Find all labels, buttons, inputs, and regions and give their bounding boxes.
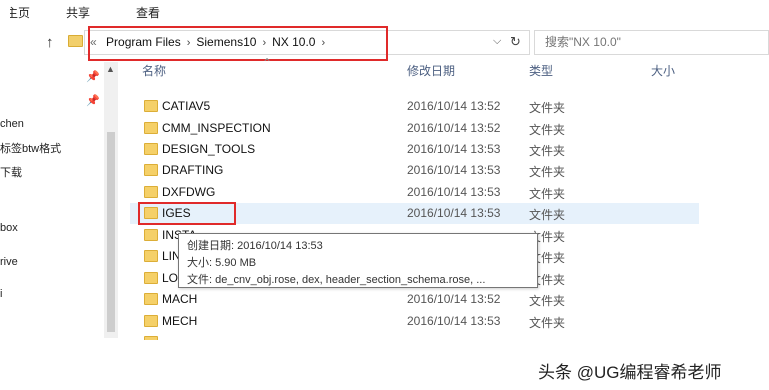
refresh-icon[interactable]: ↻ bbox=[510, 34, 521, 50]
file-name: DESIGN_TOOLS bbox=[162, 142, 256, 156]
file-type: 文件夹 bbox=[529, 144, 566, 158]
nav-item-label-btw[interactable]: 标签btw格式 bbox=[0, 140, 104, 156]
folder-icon bbox=[144, 164, 158, 176]
nav-item-downloads[interactable]: 下载 bbox=[0, 164, 104, 180]
file-date: 2016/10/14 13:52 bbox=[407, 121, 501, 135]
tab-share[interactable]: 共享 bbox=[66, 4, 90, 21]
column-header-size[interactable]: 大小 bbox=[651, 62, 675, 90]
ribbon-tabs: 主页 共享 查看 bbox=[0, 0, 769, 24]
up-arrow-icon[interactable]: ↑ bbox=[46, 34, 54, 51]
folder-icon bbox=[144, 143, 158, 155]
file-date: 2016/10/14 13:53 bbox=[407, 163, 501, 177]
nav-scrollbar[interactable]: ▲ bbox=[104, 62, 118, 338]
table-row[interactable]: CMM_INSPECTION 2016/10/14 13:52 文件夹 bbox=[130, 118, 699, 139]
folder-icon bbox=[144, 186, 158, 198]
table-row[interactable]: DXFDWG 2016/10/14 13:53 文件夹 bbox=[130, 182, 699, 203]
file-type: 文件夹 bbox=[529, 165, 566, 179]
table-row[interactable]: MACH 2016/10/14 13:52 文件夹 bbox=[130, 289, 699, 310]
pin-icon[interactable]: 📌 bbox=[86, 94, 100, 107]
file-name: CATIAV5 bbox=[162, 99, 211, 113]
file-name: CMM_INSPECTION bbox=[162, 121, 271, 135]
search-input[interactable] bbox=[545, 35, 745, 49]
folder-icon bbox=[68, 35, 83, 47]
table-row[interactable]: MECH 2016/10/14 13:53 文件夹 bbox=[130, 311, 699, 332]
folder-icon bbox=[144, 229, 158, 241]
file-date: 2016/10/14 13:53 bbox=[407, 185, 501, 199]
file-date: 2016/10/14 13:53 bbox=[407, 314, 501, 328]
file-name: LO bbox=[162, 271, 179, 285]
chevron-down-icon[interactable]: ⌵ bbox=[493, 35, 501, 48]
file-date: 2016/10/14 13:53 bbox=[407, 142, 501, 156]
file-name: DRAFTING bbox=[162, 163, 224, 177]
folder-icon bbox=[144, 336, 158, 340]
file-type: 文件夹 bbox=[529, 316, 566, 330]
column-header-type[interactable]: 类型 bbox=[529, 62, 553, 90]
file-type: 文件夹 bbox=[529, 123, 566, 137]
file-date: 2016/10/14 13:52 bbox=[407, 99, 501, 113]
file-name: DXFDWG bbox=[162, 185, 216, 199]
nav-item-chen[interactable]: chen bbox=[0, 118, 104, 130]
nav-item-drive[interactable]: rive bbox=[0, 256, 104, 268]
folder-icon bbox=[144, 100, 158, 112]
column-type-label: 类型 bbox=[529, 64, 554, 78]
table-row[interactable]: CATIAV5 2016/10/14 13:52 文件夹 bbox=[130, 96, 699, 117]
file-date: 2016/10/14 13:52 bbox=[407, 292, 501, 306]
watermark: 头条 @UG编程睿希老师 bbox=[538, 363, 722, 382]
table-row[interactable]: DRAFTING 2016/10/14 13:53 文件夹 bbox=[130, 160, 699, 181]
file-type: 文件夹 bbox=[529, 101, 566, 115]
tooltip-size: 大小: 5.90 MB bbox=[187, 257, 257, 269]
column-size-label: 大小 bbox=[651, 64, 676, 78]
nav-pane: 📌 📌 chen 标签btw格式 下载 box rive i bbox=[0, 62, 118, 340]
folder-tooltip: 创建日期: 2016/10/14 13:53 大小: 5.90 MB 文件: d… bbox=[178, 233, 538, 288]
scrollbar-thumb[interactable] bbox=[107, 132, 115, 332]
folder-icon bbox=[144, 250, 158, 262]
tab-view[interactable]: 查看 bbox=[136, 4, 160, 21]
file-type: 文件夹 bbox=[529, 294, 566, 308]
file-date: 2016/10/14 13:53 bbox=[407, 206, 501, 220]
tooltip-files: 文件: de_cnv_obj.rose, dex, header_section… bbox=[187, 274, 486, 286]
column-date-label: 修改日期 bbox=[407, 64, 456, 78]
nav-item-misc[interactable]: i bbox=[0, 288, 104, 300]
folder-icon bbox=[144, 272, 158, 284]
table-row[interactable]: DESIGN_TOOLS 2016/10/14 13:53 文件夹 bbox=[130, 139, 699, 160]
file-name: MACH bbox=[162, 292, 198, 306]
table-row[interactable] bbox=[130, 332, 699, 340]
tooltip-created: 创建日期: 2016/10/14 13:53 bbox=[187, 240, 323, 252]
scroll-up-icon[interactable]: ▲ bbox=[106, 64, 115, 74]
folder-icon bbox=[144, 293, 158, 305]
search-box[interactable] bbox=[534, 30, 769, 55]
column-header-name[interactable]: 名称 bbox=[142, 62, 166, 90]
column-header-date[interactable]: 修改日期 bbox=[407, 62, 455, 90]
pin-icon[interactable]: 📌 bbox=[86, 70, 100, 83]
folder-icon bbox=[144, 315, 158, 327]
file-name: MECH bbox=[162, 314, 198, 328]
folder-icon bbox=[144, 122, 158, 134]
file-type: 文件夹 bbox=[529, 208, 566, 222]
sort-ascending-icon: ⌃ bbox=[262, 56, 273, 70]
nav-item-box[interactable]: box bbox=[0, 222, 104, 234]
address-highlight-box bbox=[88, 26, 388, 61]
file-type: 文件夹 bbox=[529, 187, 566, 201]
column-name-label: 名称 bbox=[142, 64, 167, 78]
tab-home[interactable]: 主页 bbox=[10, 4, 30, 21]
iges-highlight-box bbox=[138, 202, 236, 225]
